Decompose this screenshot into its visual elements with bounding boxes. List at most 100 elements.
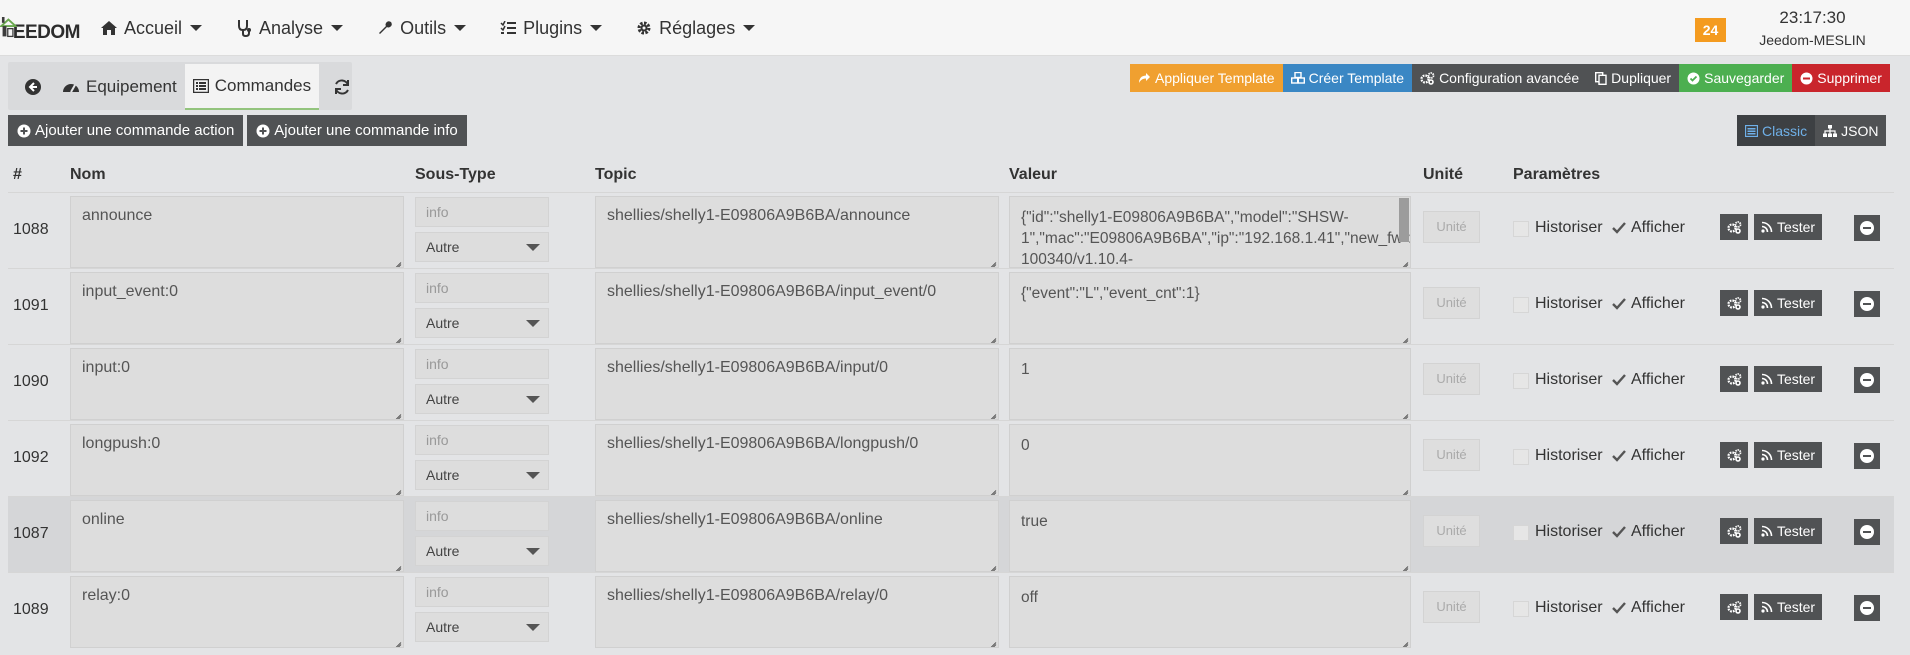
historize-checkbox[interactable] xyxy=(1513,601,1529,617)
unit-input[interactable]: Unité xyxy=(1423,287,1480,319)
configure-command-button[interactable] xyxy=(1720,518,1748,544)
historize-checkbox[interactable] xyxy=(1513,373,1529,389)
classic-view-button[interactable]: Classic xyxy=(1737,115,1816,146)
configure-command-button[interactable] xyxy=(1720,290,1748,316)
resize-handle[interactable] xyxy=(392,560,402,570)
test-command-button[interactable]: Tester xyxy=(1754,518,1822,544)
value-field[interactable]: {"event":"L","event_cnt":1} xyxy=(1009,272,1411,344)
show-checkbox[interactable] xyxy=(1611,524,1627,540)
resize-handle[interactable] xyxy=(392,636,402,646)
show-checkbox[interactable] xyxy=(1611,296,1627,312)
historize-checkbox[interactable] xyxy=(1513,221,1529,237)
menu-outils[interactable]: Outils xyxy=(376,18,467,39)
command-type-field[interactable]: info xyxy=(415,197,549,227)
add-info-command-button[interactable]: Ajouter une commande info xyxy=(247,115,467,146)
configure-command-button[interactable] xyxy=(1720,214,1748,240)
jeedom-logo[interactable]: EEDOM xyxy=(0,8,81,48)
show-checkbox[interactable] xyxy=(1611,220,1627,236)
command-name-input[interactable]: longpush:0 xyxy=(70,424,404,496)
topic-input[interactable]: shellies/shelly1-E09806A9B6BA/longpush/0 xyxy=(595,424,999,496)
test-command-button[interactable]: Tester xyxy=(1754,442,1822,468)
value-field[interactable]: off xyxy=(1009,576,1411,648)
resize-handle[interactable] xyxy=(987,408,997,418)
resize-handle[interactable] xyxy=(1399,408,1409,418)
show-checkbox[interactable] xyxy=(1611,600,1627,616)
topic-input[interactable]: shellies/shelly1-E09806A9B6BA/announce xyxy=(595,196,999,268)
resize-handle[interactable] xyxy=(392,256,402,266)
command-type-field[interactable]: info xyxy=(415,349,549,379)
resize-handle[interactable] xyxy=(987,332,997,342)
resize-handle[interactable] xyxy=(392,332,402,342)
value-field[interactable]: {"id":"shelly1-E09806A9B6BA","model":"SH… xyxy=(1009,196,1411,268)
test-command-button[interactable]: Tester xyxy=(1754,290,1822,316)
test-command-button[interactable]: Tester xyxy=(1754,214,1822,240)
subtype-select[interactable]: Autre xyxy=(415,460,549,490)
delete-button[interactable]: Supprimer xyxy=(1792,64,1890,92)
resize-handle[interactable] xyxy=(987,256,997,266)
unit-input[interactable]: Unité xyxy=(1423,363,1480,395)
resize-handle[interactable] xyxy=(1399,332,1409,342)
json-view-button[interactable]: JSON xyxy=(1815,115,1887,146)
command-name-input[interactable]: relay:0 xyxy=(70,576,404,648)
advanced-config-button[interactable]: Configuration avancée xyxy=(1412,64,1588,92)
value-field[interactable]: true xyxy=(1009,500,1411,572)
unit-input[interactable]: Unité xyxy=(1423,591,1480,623)
value-field[interactable]: 0 xyxy=(1009,424,1411,496)
resize-handle[interactable] xyxy=(392,408,402,418)
historize-checkbox[interactable] xyxy=(1513,449,1529,465)
save-button[interactable]: Sauvegarder xyxy=(1679,64,1793,92)
remove-command-button[interactable] xyxy=(1854,367,1880,393)
subtype-select[interactable]: Autre xyxy=(415,384,549,414)
command-name-input[interactable]: online xyxy=(70,500,404,572)
historize-checkbox[interactable] xyxy=(1513,297,1529,313)
menu-analyse[interactable]: Analyse xyxy=(235,18,344,39)
command-type-field[interactable]: info xyxy=(415,425,549,455)
remove-command-button[interactable] xyxy=(1854,519,1880,545)
command-name-input[interactable]: input_event:0 xyxy=(70,272,404,344)
resize-handle[interactable] xyxy=(987,636,997,646)
remove-command-button[interactable] xyxy=(1854,215,1880,241)
resize-handle[interactable] xyxy=(1399,560,1409,570)
historize-checkbox[interactable] xyxy=(1513,525,1529,541)
subtype-select[interactable]: Autre xyxy=(415,232,549,262)
command-type-field[interactable]: info xyxy=(415,501,549,531)
scrollbar-thumb[interactable] xyxy=(1399,198,1409,242)
menu-accueil[interactable]: Accueil xyxy=(100,18,203,39)
menu-reglages[interactable]: Réglages xyxy=(635,18,756,39)
configure-command-button[interactable] xyxy=(1720,442,1748,468)
topic-input[interactable]: shellies/shelly1-E09806A9B6BA/relay/0 xyxy=(595,576,999,648)
resize-handle[interactable] xyxy=(987,484,997,494)
show-checkbox[interactable] xyxy=(1611,372,1627,388)
topic-input[interactable]: shellies/shelly1-E09806A9B6BA/online xyxy=(595,500,999,572)
subtype-select[interactable]: Autre xyxy=(415,308,549,338)
configure-command-button[interactable] xyxy=(1720,594,1748,620)
tab-back[interactable] xyxy=(12,64,54,110)
tab-equipement[interactable]: Equipement xyxy=(54,64,185,110)
show-checkbox[interactable] xyxy=(1611,448,1627,464)
resize-handle[interactable] xyxy=(987,560,997,570)
value-field[interactable]: 1 xyxy=(1009,348,1411,420)
resize-handle[interactable] xyxy=(1399,256,1409,266)
apply-template-button[interactable]: Appliquer Template xyxy=(1130,64,1283,92)
topic-input[interactable]: shellies/shelly1-E09806A9B6BA/input/0 xyxy=(595,348,999,420)
message-count-badge[interactable]: 24 xyxy=(1695,18,1726,42)
menu-plugins[interactable]: Plugins xyxy=(499,18,603,39)
resize-handle[interactable] xyxy=(1399,484,1409,494)
remove-command-button[interactable] xyxy=(1854,443,1880,469)
subtype-select[interactable]: Autre xyxy=(415,612,549,642)
test-command-button[interactable]: Tester xyxy=(1754,366,1822,392)
command-name-input[interactable]: announce xyxy=(70,196,404,268)
command-type-field[interactable]: info xyxy=(415,577,549,607)
tab-commandes[interactable]: Commandes xyxy=(184,64,320,110)
test-command-button[interactable]: Tester xyxy=(1754,594,1822,620)
remove-command-button[interactable] xyxy=(1854,595,1880,621)
subtype-select[interactable]: Autre xyxy=(415,536,549,566)
resize-handle[interactable] xyxy=(392,484,402,494)
unit-input[interactable]: Unité xyxy=(1423,515,1480,547)
resize-handle[interactable] xyxy=(1399,636,1409,646)
topic-input[interactable]: shellies/shelly1-E09806A9B6BA/input_even… xyxy=(595,272,999,344)
tab-refresh[interactable] xyxy=(319,64,365,110)
command-name-input[interactable]: input:0 xyxy=(70,348,404,420)
remove-command-button[interactable] xyxy=(1854,291,1880,317)
duplicate-button[interactable]: Dupliquer xyxy=(1587,64,1680,92)
